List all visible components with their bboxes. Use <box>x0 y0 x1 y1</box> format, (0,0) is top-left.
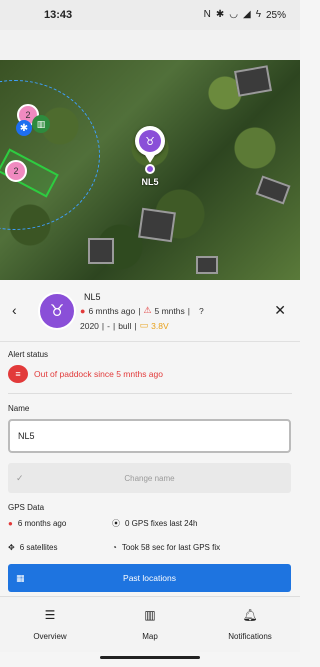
back-chevron-icon[interactable]: ‹ <box>12 302 17 318</box>
gps-section: GPS Data ● 6 months ago ⦿ 0 GPS fixes la… <box>0 493 300 592</box>
status-bar: 13:43 N ✱ ◡ ◢ ϟ 25% <box>0 0 300 30</box>
past-locations-label: Past locations <box>123 573 176 583</box>
map-icon: ▦ <box>16 572 25 583</box>
gps-fix-time: ◔ Took 58 sec for last GPS fix <box>112 543 221 552</box>
bell-icon: 🔔︎ <box>242 608 258 622</box>
animal-meta-row: ● 6 mnths ago | ⚠ 5 mnths | ? <box>80 305 204 316</box>
list-icon: ☰ <box>44 608 56 622</box>
alert-section: Alert status ≡ Out of paddock since 5 mn… <box>0 342 300 394</box>
gps-fix-icon: ⦿ <box>112 519 120 528</box>
animal-header: ‹ ♉ NL5 ● 6 mnths ago | ⚠ 5 mnths | ? 20… <box>0 280 300 342</box>
signal-tower-icon: ⚠ <box>143 305 152 315</box>
building <box>88 238 114 264</box>
selected-animal-marker[interactable]: ♉ <box>135 126 165 163</box>
last-seen: 6 mnths ago <box>88 305 136 316</box>
wifi-icon: ◡ <box>229 9 238 20</box>
building <box>138 207 176 243</box>
animal-location-dot <box>145 164 155 174</box>
nav-overview[interactable]: ☰ Overview <box>0 597 100 652</box>
alert-title: Alert status <box>8 350 49 359</box>
home-indicator[interactable] <box>100 656 200 659</box>
gps-grid: ● 6 months ago ⦿ 0 GPS fixes last 24h ✥ … <box>8 518 292 552</box>
signal-icon: ◢ <box>242 9 251 20</box>
close-icon[interactable]: ✕ <box>274 302 286 319</box>
building <box>234 65 272 97</box>
alert-row: ≡ Out of paddock since 5 mnths ago <box>8 365 292 394</box>
satellite-map[interactable]: 2 2 ✱ ▥ ♉ NL5 <box>0 60 300 280</box>
location-pin-icon: ● <box>80 305 86 316</box>
change-name-button[interactable]: ✓ Change name <box>8 463 291 493</box>
map-icon: ▥ <box>144 608 156 622</box>
gps-satellites: ✥ 6 satellites <box>8 543 58 552</box>
animal-sex: - <box>107 320 110 331</box>
battery-percent: 25% <box>265 9 286 21</box>
last-signal: 5 mnths <box>154 305 185 316</box>
name-section: Name ✓ Change name <box>0 394 300 493</box>
bluetooth-icon[interactable]: ✱ <box>16 120 32 136</box>
status-icons: N ✱ ◡ ◢ ϟ 25% <box>204 10 286 21</box>
animal-meta-row: 2020 | - | bull | ▭ 3.8V <box>80 320 169 331</box>
nfc-icon: N <box>203 9 211 20</box>
gateway-icon[interactable]: ▥ <box>32 115 50 133</box>
battery-charging-icon: ϟ <box>255 9 261 20</box>
nav-notifications[interactable]: 🔔︎ Notifications <box>200 597 300 652</box>
satellite-icon: ✥ <box>8 543 15 552</box>
change-name-label: Change name <box>124 473 175 483</box>
gps-title: GPS Data <box>8 503 45 512</box>
unknown-value: ? <box>198 305 204 316</box>
timer-icon: ◔ <box>112 543 117 552</box>
animal-name: NL5 <box>84 292 101 302</box>
nav-map[interactable]: ▥ Map <box>100 597 200 652</box>
status-time: 13:43 <box>44 9 73 21</box>
battery-icon: ▭ <box>139 320 149 330</box>
past-locations-button[interactable]: ▦ Past locations <box>8 564 291 592</box>
marker-label: NL5 <box>141 177 159 187</box>
building <box>255 175 291 205</box>
nav-overview-label: Overview <box>33 632 67 641</box>
alert-text: Out of paddock since 5 mnths ago <box>34 369 163 379</box>
gps-fixes-24h: ⦿ 0 GPS fixes last 24h <box>112 519 198 528</box>
battery-voltage: 3.8V <box>151 320 169 331</box>
bluetooth-icon: ✱ <box>215 9 225 20</box>
name-input[interactable] <box>8 419 291 453</box>
bottom-nav: ☰ Overview ▥ Map 🔔︎ Notifications <box>0 596 300 652</box>
location-pin-icon: ● <box>8 519 13 528</box>
check-icon: ✓ <box>16 472 24 483</box>
bull-avatar-icon: ♉ <box>38 292 76 330</box>
birth-year: 2020 <box>80 320 99 331</box>
nav-map-label: Map <box>142 632 158 641</box>
animal-detail-sheet: ‹ ♉ NL5 ● 6 mnths ago | ⚠ 5 mnths | ? 20… <box>0 280 300 596</box>
app-top-strip <box>0 30 300 60</box>
nav-notifications-label: Notifications <box>228 632 272 641</box>
fence-alert-icon: ≡ <box>8 365 28 383</box>
name-title: Name <box>8 404 30 413</box>
gps-last-fix: ● 6 months ago <box>8 519 67 528</box>
animal-type: bull <box>118 320 132 331</box>
bull-icon: ♉ <box>139 130 161 152</box>
building <box>196 256 218 274</box>
animal-cluster[interactable]: 2 <box>5 160 27 182</box>
